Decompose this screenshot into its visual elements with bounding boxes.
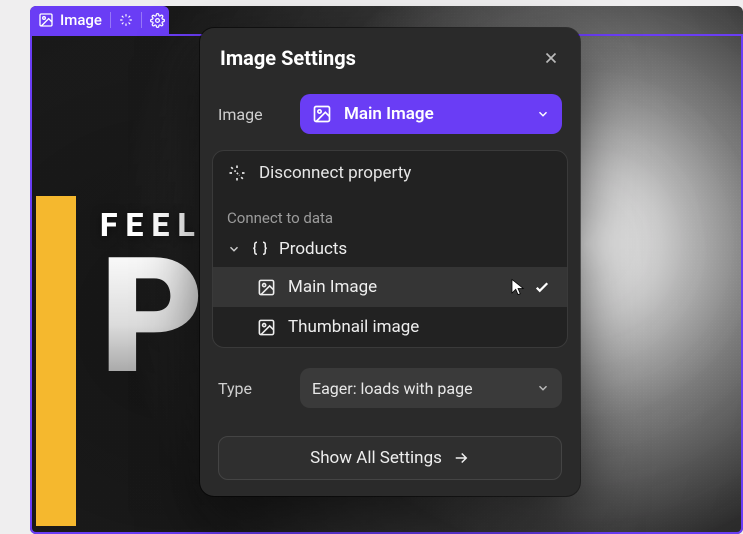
image-icon	[38, 12, 54, 28]
connect-to-data-header: Connect to data	[213, 195, 567, 233]
image-icon	[257, 318, 276, 337]
disconnect-property[interactable]: Disconnect property	[213, 151, 567, 195]
field-label: Thumbnail image	[288, 317, 419, 337]
cursor-icon	[509, 278, 527, 296]
show-all-settings-button[interactable]: Show All Settings	[218, 436, 562, 480]
unlink-icon	[227, 163, 247, 183]
disconnect-label: Disconnect property	[259, 163, 411, 183]
chevron-down-icon	[536, 381, 550, 395]
collection-products[interactable]: Products	[213, 233, 567, 267]
type-row-label: Type	[218, 379, 284, 398]
image-binding-chip[interactable]: Main Image	[300, 94, 562, 134]
type-select[interactable]: Eager: loads with page	[300, 368, 562, 408]
field-label: Main Image	[288, 277, 377, 297]
type-value: Eager: loads with page	[312, 379, 473, 398]
yellow-accent-strip	[36, 196, 76, 526]
collection-name: Products	[279, 239, 347, 259]
image-settings-panel: Image Settings Image Main Image	[200, 28, 580, 496]
chevron-down-icon	[536, 107, 550, 121]
separator	[141, 12, 142, 28]
show-all-label: Show All Settings	[310, 448, 442, 468]
chevron-down-icon	[227, 242, 241, 256]
close-button[interactable]	[542, 49, 560, 67]
image-chip-value: Main Image	[344, 104, 434, 124]
image-icon	[257, 278, 276, 297]
panel-title: Image Settings	[220, 46, 356, 70]
arrow-right-icon	[452, 449, 470, 467]
binding-dropdown: Disconnect property Connect to data Prod…	[212, 150, 568, 348]
separator	[110, 12, 111, 28]
check-icon	[533, 278, 551, 296]
gear-icon[interactable]	[150, 13, 165, 28]
image-row-label: Image	[218, 105, 284, 124]
braces-icon	[251, 240, 269, 258]
selection-tag-label: Image	[60, 11, 102, 29]
image-row: Image Main Image	[200, 84, 580, 144]
type-row: Type Eager: loads with page	[200, 358, 580, 418]
panel-header: Image Settings	[200, 28, 580, 84]
field-main-image[interactable]: Main Image	[213, 267, 567, 307]
selection-tag[interactable]: Image	[30, 6, 169, 34]
field-thumbnail-image[interactable]: Thumbnail image	[213, 307, 567, 347]
connect-header-label: Connect to data	[227, 209, 333, 227]
image-icon	[312, 104, 332, 124]
wand-icon[interactable]	[119, 13, 133, 27]
